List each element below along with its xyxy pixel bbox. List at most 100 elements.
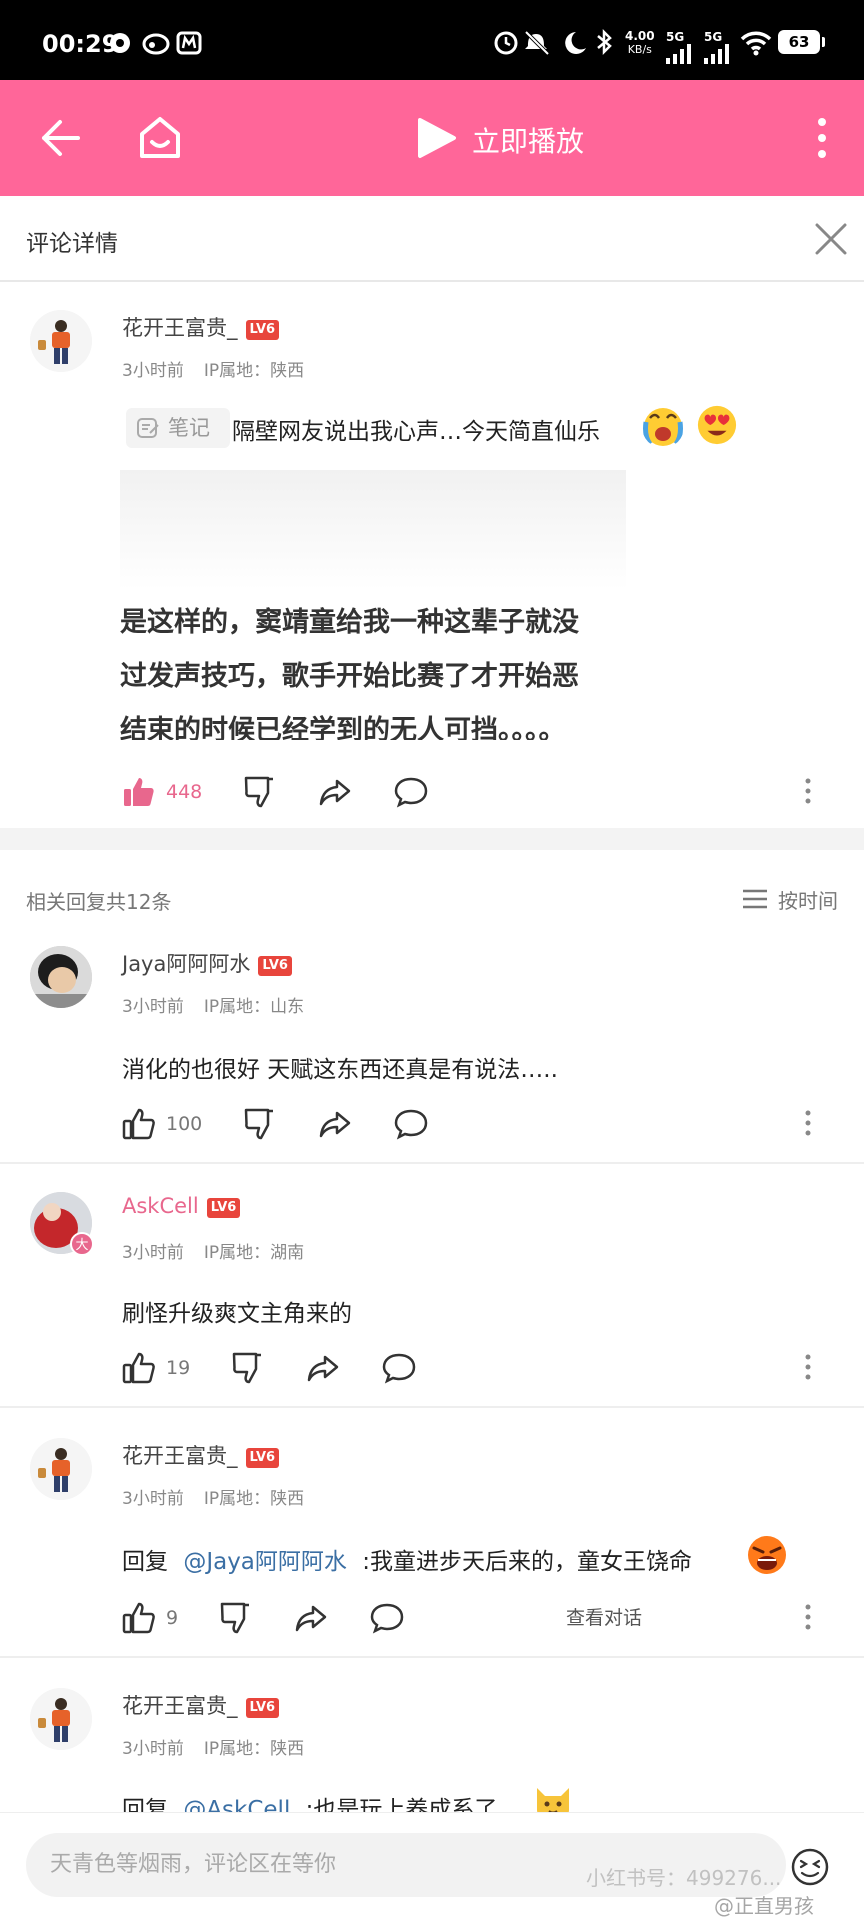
share-button[interactable] bbox=[318, 1104, 352, 1144]
thumbs-down-icon bbox=[244, 1108, 273, 1140]
reply-button[interactable] bbox=[394, 772, 428, 812]
sort-by-time-button[interactable]: 按时间 bbox=[742, 884, 838, 914]
avatar[interactable] bbox=[30, 1688, 92, 1750]
dislike-button[interactable] bbox=[230, 1348, 264, 1388]
snapshot-line: 结束的时候已经学到的无人可挡。。。。 bbox=[120, 715, 566, 740]
username-text[interactable]: AskCell bbox=[122, 1194, 199, 1218]
reply-button[interactable] bbox=[370, 1598, 404, 1638]
comment-meta: 3小时前 IP属地：湖南 bbox=[122, 1238, 304, 1263]
network-speed: 4.00 KB/s bbox=[625, 29, 655, 57]
notification-icons bbox=[108, 30, 228, 62]
angry-emoji-icon bbox=[748, 1536, 786, 1574]
battery-indicator: 63 bbox=[778, 30, 825, 54]
avatar[interactable] bbox=[30, 1438, 92, 1500]
reply-divider bbox=[0, 1656, 864, 1658]
comment-time: 3小时前 bbox=[122, 1243, 184, 1263]
level-badge: LV6 bbox=[258, 956, 292, 976]
comment-time: 3小时前 bbox=[122, 1489, 184, 1509]
avatar-image bbox=[30, 946, 92, 1008]
reply-text: :我童进步天后来的，童女王饶命 bbox=[362, 1549, 692, 1575]
view-conversation-button[interactable]: 查看对话 bbox=[566, 1598, 642, 1638]
comment-username[interactable]: 花开王富贵_ LV6 bbox=[122, 312, 280, 342]
comment-meta: 3小时前 IP属地：陕西 bbox=[122, 356, 304, 381]
comment-actions: 448 bbox=[122, 772, 842, 812]
share-arrow-icon bbox=[295, 1605, 327, 1632]
thumbs-down-icon bbox=[232, 1352, 261, 1384]
comment-ip-location: IP属地：陕西 bbox=[203, 1489, 305, 1509]
comment-actions: 100 bbox=[122, 1104, 842, 1144]
reply-count-label: 相关回复共12条 bbox=[26, 890, 172, 914]
reply-button[interactable] bbox=[382, 1348, 416, 1388]
close-icon[interactable] bbox=[814, 222, 848, 256]
note-title[interactable]: 隔壁网友说出我心声…今天简直仙乐 bbox=[232, 412, 600, 446]
username-text[interactable]: 花开王富贵_ bbox=[122, 316, 238, 340]
play-now-button[interactable]: 立即播放 bbox=[472, 120, 584, 160]
username-text[interactable]: 花开王富贵_ bbox=[122, 1444, 238, 1468]
avatar-image bbox=[30, 310, 92, 372]
more-options-icon[interactable] bbox=[804, 1604, 812, 1630]
sort-label: 按时间 bbox=[778, 888, 838, 913]
like-button[interactable]: 100 bbox=[122, 1104, 202, 1144]
avatar[interactable] bbox=[30, 310, 92, 372]
home-icon[interactable] bbox=[136, 114, 184, 162]
share-button[interactable] bbox=[294, 1598, 328, 1638]
signal-1: 5G bbox=[666, 30, 692, 64]
level-badge: LV6 bbox=[245, 1448, 280, 1468]
emoji-picker-icon[interactable] bbox=[790, 1847, 830, 1887]
heart-eyes-emoji-icon bbox=[697, 405, 737, 445]
comment-username[interactable]: AskCell LV6 bbox=[122, 1194, 241, 1218]
reply-prefix: 回复 bbox=[122, 1549, 168, 1575]
share-button[interactable] bbox=[318, 772, 352, 812]
dislike-button[interactable] bbox=[242, 772, 276, 812]
like-button[interactable]: 9 bbox=[122, 1598, 178, 1638]
share-arrow-icon bbox=[319, 1111, 351, 1138]
share-button[interactable] bbox=[306, 1348, 340, 1388]
username-text[interactable]: 花开王富贵_ bbox=[122, 1694, 238, 1718]
app-notification-icons bbox=[110, 31, 202, 55]
thumbs-down-icon bbox=[244, 776, 273, 808]
note-snapshot[interactable]: 是这样的，窦靖童给我一种这辈子就没 过发声技巧，歌手开始比赛了才开始恶 结束的时… bbox=[120, 470, 626, 740]
dislike-button[interactable] bbox=[218, 1598, 252, 1638]
username-text[interactable]: Jaya阿阿阿水 bbox=[122, 952, 250, 976]
reply-button[interactable] bbox=[394, 1104, 428, 1144]
comment-bubble-icon bbox=[382, 1353, 416, 1384]
watermark-author: @正直男孩 bbox=[714, 1894, 814, 1918]
sort-lines-icon bbox=[743, 889, 767, 909]
wifi-icon bbox=[740, 31, 772, 56]
thumbs-down-icon bbox=[220, 1602, 249, 1634]
comment-actions: 19 bbox=[122, 1348, 842, 1388]
snapshot-fade bbox=[120, 470, 626, 590]
like-count: 19 bbox=[166, 1357, 191, 1379]
comment-username[interactable]: 花开王富贵_ LV6 bbox=[122, 1690, 280, 1720]
comment-username[interactable]: Jaya阿阿阿水 LV6 bbox=[122, 948, 292, 978]
more-options-icon[interactable] bbox=[804, 1354, 812, 1380]
level-badge: LV6 bbox=[245, 1698, 280, 1718]
comment-text: 消化的也很好 天赋这东西还真是有说法….. bbox=[122, 1057, 558, 1083]
network-speed-unit: KB/s bbox=[627, 43, 652, 56]
avatar[interactable] bbox=[30, 946, 92, 1008]
signal-bars-icon bbox=[704, 44, 729, 64]
user-mention-link[interactable]: @Jaya阿阿阿水 bbox=[183, 1549, 347, 1575]
comment-bubble-icon bbox=[394, 1109, 428, 1140]
like-button[interactable]: 448 bbox=[122, 772, 202, 812]
share-arrow-icon bbox=[319, 779, 351, 806]
verified-badge: 大 bbox=[70, 1232, 94, 1256]
dislike-button[interactable] bbox=[242, 1104, 276, 1144]
like-count: 448 bbox=[166, 781, 203, 803]
network-speed-value: 4.00 bbox=[625, 29, 655, 43]
thumbs-up-filled-icon bbox=[124, 778, 154, 806]
more-options-icon[interactable] bbox=[804, 778, 812, 804]
note-tag[interactable]: 笔记 bbox=[126, 408, 230, 448]
thumbs-up-icon bbox=[122, 1602, 155, 1634]
comment-text: 回复 @Jaya阿阿阿水 :我童进步天后来的，童女王饶命 bbox=[122, 1542, 692, 1576]
avatar-image bbox=[30, 1688, 92, 1750]
more-options-icon[interactable] bbox=[812, 116, 832, 160]
level-badge: LV6 bbox=[245, 320, 280, 340]
back-arrow-icon[interactable] bbox=[40, 116, 80, 160]
play-icon[interactable] bbox=[414, 116, 458, 160]
comment-meta: 3小时前 IP属地：陕西 bbox=[122, 1734, 304, 1759]
comment-username[interactable]: 花开王富贵_ LV6 bbox=[122, 1440, 280, 1470]
more-options-icon[interactable] bbox=[804, 1110, 812, 1136]
alarm-mute-moon-bluetooth-icons bbox=[494, 28, 612, 56]
like-button[interactable]: 19 bbox=[122, 1348, 190, 1388]
